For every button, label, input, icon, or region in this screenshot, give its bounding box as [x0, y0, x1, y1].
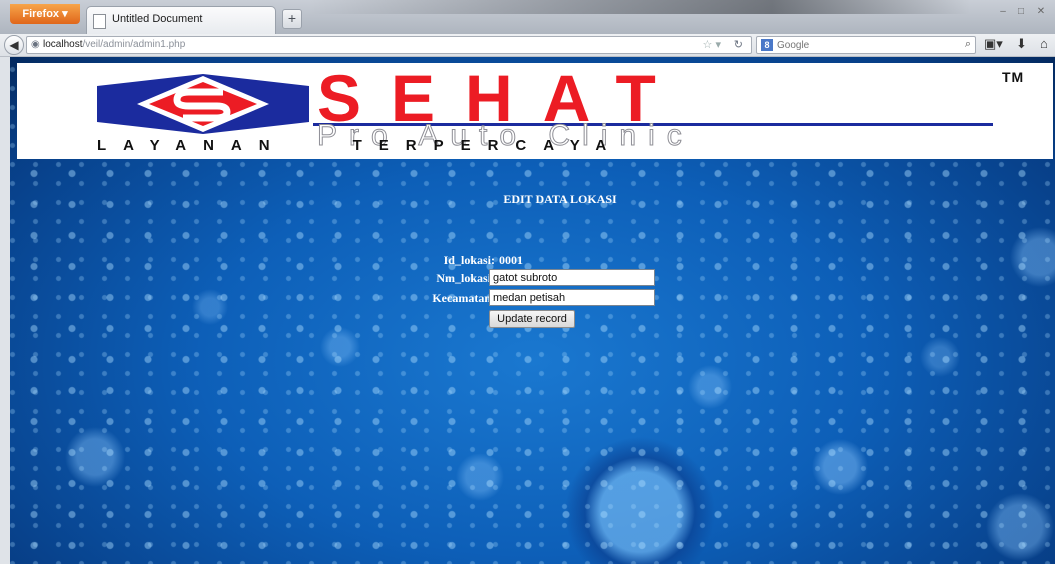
window-title-decoration — [310, 0, 970, 14]
back-arrow-icon: ◀ — [9, 38, 19, 52]
id-lokasi-value: 0001 — [499, 253, 523, 267]
nm-lokasi-input[interactable] — [489, 269, 655, 286]
bookmarks-menu-icon[interactable]: ▣▾ — [984, 36, 1003, 52]
new-tab-button[interactable]: + — [282, 9, 302, 29]
url-bar[interactable]: ◉ localhost/veil/admin/admin1.php ☆ ▾ ↻ — [26, 36, 752, 54]
close-icon[interactable]: ✕ — [1034, 6, 1048, 17]
search-input[interactable] — [777, 38, 947, 52]
search-engine-icon[interactable]: 8 — [761, 39, 773, 51]
site-identity-icon[interactable]: ◉ — [31, 39, 40, 50]
search-bar[interactable]: 8 ⌕ — [756, 36, 976, 54]
reload-icon[interactable]: ↻ — [734, 38, 743, 51]
page-background: SEHAT TM Pro Auto Clinic LAYANAN TERPERCA… — [10, 57, 1055, 564]
navigation-toolbar: ◀ ◉ localhost/veil/admin/admin1.php ☆ ▾ … — [0, 34, 1055, 57]
brand-tagline: LAYANAN TERPERCAYA — [97, 136, 1007, 156]
tagline-word-2: TERPERCAYA — [352, 137, 624, 154]
form-title: EDIT DATA LOKASI — [503, 192, 617, 206]
tagline-word-1: LAYANAN — [97, 137, 287, 154]
maximize-icon[interactable]: □ — [1014, 6, 1028, 17]
kecamatan-label: Kecamatan: — [432, 291, 495, 305]
trademark-symbol: TM — [1002, 69, 1025, 85]
url-path: /veil/admin/admin1.php — [82, 39, 186, 50]
tab-title: Untitled Document — [112, 13, 203, 25]
sehat-logo-icon — [97, 74, 309, 134]
header-banner: SEHAT TM Pro Auto Clinic LAYANAN TERPERCA… — [17, 63, 1053, 159]
bookmark-star-icon[interactable]: ☆ ▾ — [703, 38, 721, 51]
browser-tab-bar: Firefox ▾ Untitled Document + – □ ✕ — [0, 0, 1055, 34]
nm-lokasi-label: Nm_lokasi: — [436, 271, 495, 285]
url-host: localhost — [43, 39, 83, 50]
firefox-menu-button[interactable]: Firefox ▾ — [10, 4, 80, 24]
tab-untitled-document[interactable]: Untitled Document — [86, 6, 276, 34]
minimize-icon[interactable]: – — [996, 6, 1010, 17]
document-icon — [93, 14, 106, 29]
home-icon[interactable]: ⌂ — [1040, 36, 1048, 51]
id-lokasi-label: Id_lokasi: — [443, 253, 495, 267]
kecamatan-input[interactable] — [489, 289, 655, 306]
back-button[interactable]: ◀ — [4, 35, 24, 55]
search-icon[interactable]: ⌕ — [965, 38, 971, 51]
update-record-button[interactable]: Update record — [489, 310, 575, 328]
url-text: localhost/veil/admin/admin1.php — [43, 39, 185, 50]
downloads-icon[interactable]: ⬇ — [1016, 36, 1027, 52]
